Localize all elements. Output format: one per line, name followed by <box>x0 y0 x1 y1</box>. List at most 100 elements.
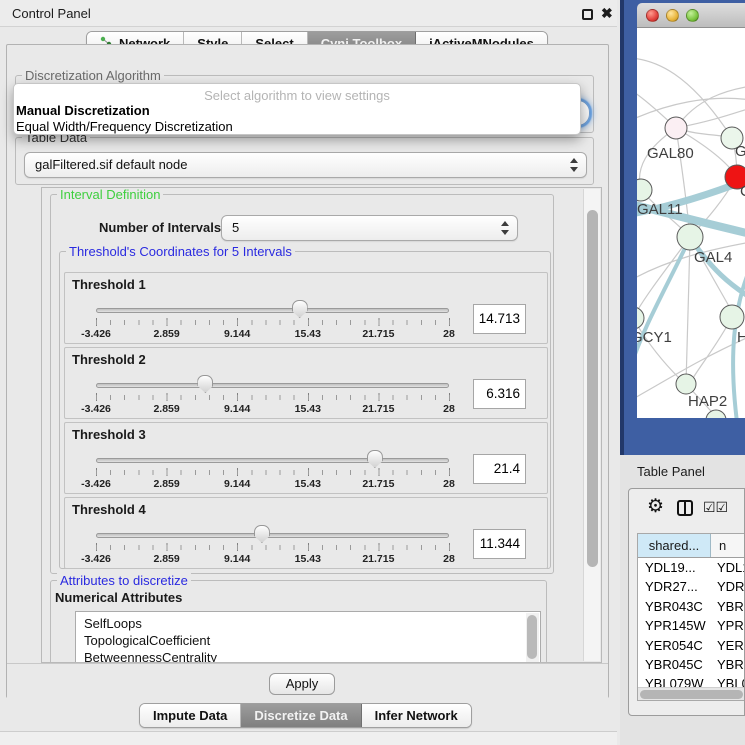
numerical-attributes-label: Numerical Attributes <box>55 590 182 605</box>
attributes-group: Attributes to discretize Numerical Attri… <box>50 580 547 663</box>
cell[interactable]: YPR1 <box>711 616 745 635</box>
network-edge <box>686 237 690 384</box>
node-label-gal11: GAL11 <box>637 201 683 218</box>
tab-discretize-data[interactable]: Discretize Data <box>241 704 361 727</box>
tick-label: 28 <box>443 328 455 340</box>
popup-item-manual-discretization[interactable]: Manual Discretization <box>16 103 150 118</box>
threshold-2-slider-track[interactable] <box>96 383 449 388</box>
gear-icon[interactable]: ⚙ <box>647 497 664 517</box>
settings-scrollbar-thumb[interactable] <box>587 210 598 567</box>
cell[interactable]: YDR2 <box>711 577 745 596</box>
apply-button[interactable]: Apply <box>269 673 335 695</box>
network-node-gal80[interactable] <box>665 117 687 139</box>
threshold-1-label: Threshold 1 <box>72 277 146 292</box>
tab-impute-data-label: Impute Data <box>153 708 227 723</box>
list-scrollbar[interactable] <box>526 613 539 663</box>
network-canvas[interactable]: GAL80 G C GAL11 GAL4 GCY1 H HAP2 <box>637 28 745 418</box>
network-edge <box>676 86 745 128</box>
threshold-3-label: Threshold 3 <box>72 427 146 442</box>
zoom-traffic-light-icon[interactable] <box>686 9 699 22</box>
close-traffic-light-icon[interactable] <box>646 9 659 22</box>
settings-scrollbar[interactable] <box>583 189 600 661</box>
popup-header: Select algorithm to view settings <box>14 88 580 103</box>
threshold-4-value-field[interactable]: 11.344 <box>473 529 526 559</box>
threshold-1-slider-track[interactable] <box>96 308 449 313</box>
list-scrollbar-thumb[interactable] <box>527 615 537 659</box>
cell[interactable]: YBR0 <box>711 597 745 616</box>
tick-label: 2.859 <box>153 478 179 490</box>
network-node-partial[interactable] <box>706 410 726 418</box>
control-panel-titlebar: Control Panel ✖ <box>0 0 617 27</box>
cell[interactable]: YBR0 <box>711 655 745 674</box>
table-scrollbar-thumb[interactable] <box>640 690 743 699</box>
float-window-icon[interactable] <box>582 9 593 20</box>
network-node-gal4[interactable] <box>677 224 703 250</box>
threshold-1-slider: -3.426 2.859 9.144 15.43 21.715 28 <box>96 299 449 343</box>
threshold-2-value-field[interactable]: 6.316 <box>473 379 526 409</box>
bottom-strip <box>0 732 617 745</box>
cell[interactable]: YER0 <box>711 636 745 655</box>
checkboxes-icon[interactable]: ☑☑ <box>703 499 728 516</box>
table-row[interactable]: YDR27...YDR2 <box>638 577 745 596</box>
cell[interactable]: YER054C <box>638 636 711 655</box>
node-label-c: C <box>740 183 745 200</box>
threshold-3-slider-thumb[interactable] <box>367 450 383 468</box>
thresholds-group: Threshold's Coordinates for 5 Intervals … <box>59 251 551 569</box>
cell[interactable]: YBR045C <box>638 655 711 674</box>
network-node-gal11[interactable] <box>637 179 652 201</box>
node-label-h: H <box>737 329 745 346</box>
cell[interactable]: YDL1 <box>711 558 745 577</box>
column-header-shared[interactable]: shared... <box>638 534 711 557</box>
list-item-betweennesscentrality[interactable]: BetweennessCentrality <box>76 649 540 663</box>
table-row[interactable]: YDL19...YDL1 <box>638 558 745 577</box>
tick-marks-minor <box>96 470 450 475</box>
tab-discretize-data-label: Discretize Data <box>254 708 347 723</box>
threshold-4-slider-thumb[interactable] <box>254 525 270 543</box>
column-header-name[interactable]: n <box>711 534 745 557</box>
table-row[interactable]: YBR045CYBR0 <box>638 655 745 674</box>
cell[interactable]: YDR27... <box>638 577 711 596</box>
cell[interactable]: YDL19... <box>638 558 711 577</box>
interval-definition-label: Interval Definition <box>57 187 163 202</box>
threshold-1-value-field[interactable]: 14.713 <box>473 304 526 334</box>
list-item-topologicalcoefficient[interactable]: TopologicalCoefficient <box>76 632 540 649</box>
popup-item-equal-width-frequency[interactable]: Equal Width/Frequency Discretization <box>16 119 233 134</box>
table-horizontal-scrollbar[interactable] <box>638 687 745 700</box>
threshold-1-slider-thumb[interactable] <box>292 300 308 318</box>
table-data-select[interactable]: galFiltered.sif default node <box>24 152 587 178</box>
tick-label: 21.715 <box>362 553 394 565</box>
list-item-selfloops[interactable]: SelfLoops <box>76 612 540 632</box>
tab-impute-data[interactable]: Impute Data <box>140 704 241 727</box>
minimize-traffic-light-icon[interactable] <box>666 9 679 22</box>
network-node-gcy1[interactable] <box>637 307 644 329</box>
table-row[interactable]: YBR043CYBR0 <box>638 597 745 616</box>
table-panel-region: Table Panel ⚙ ☑☑ shared... n YDL19...YDL… <box>620 455 745 745</box>
tick-label: -3.426 <box>81 328 111 340</box>
tab-infer-network[interactable]: Infer Network <box>362 704 471 727</box>
node-label-gal80: GAL80 <box>647 145 694 162</box>
bottom-tab-bar: Impute Data Discretize Data Infer Networ… <box>139 703 472 728</box>
network-window-titlebar[interactable] <box>637 3 745 28</box>
threshold-2-slider-thumb[interactable] <box>197 375 213 393</box>
cell[interactable]: YPR145W <box>638 616 711 635</box>
table-row[interactable]: YER054CYER0 <box>638 636 745 655</box>
network-node-h[interactable] <box>720 305 744 329</box>
columns-icon[interactable] <box>677 500 693 516</box>
number-of-intervals-select[interactable]: 5 <box>221 215 518 241</box>
tick-label: 21.715 <box>362 328 394 340</box>
table-row[interactable]: YPR145WYPR1 <box>638 616 745 635</box>
threshold-4-panel: Threshold 4 -3.426 2.859 9.144 15.43 21.… <box>64 497 548 569</box>
network-node-hap2[interactable] <box>676 374 696 394</box>
close-icon[interactable]: ✖ <box>601 5 613 22</box>
tick-marks-minor <box>96 320 450 325</box>
threshold-3-value-field[interactable]: 21.4 <box>473 454 526 484</box>
threshold-3-slider-track[interactable] <box>96 458 449 463</box>
tick-label: 9.144 <box>224 403 250 415</box>
tick-label: -3.426 <box>81 478 111 490</box>
node-label-gcy1: GCY1 <box>637 329 672 346</box>
network-edge <box>637 318 679 378</box>
cell[interactable]: YBR043C <box>638 597 711 616</box>
table-panel: ⚙ ☑☑ shared... n YDL19...YDL1 YDR27...YD… <box>628 488 745 716</box>
threshold-4-slider-track[interactable] <box>96 533 449 538</box>
tick-marks-minor <box>96 395 450 400</box>
